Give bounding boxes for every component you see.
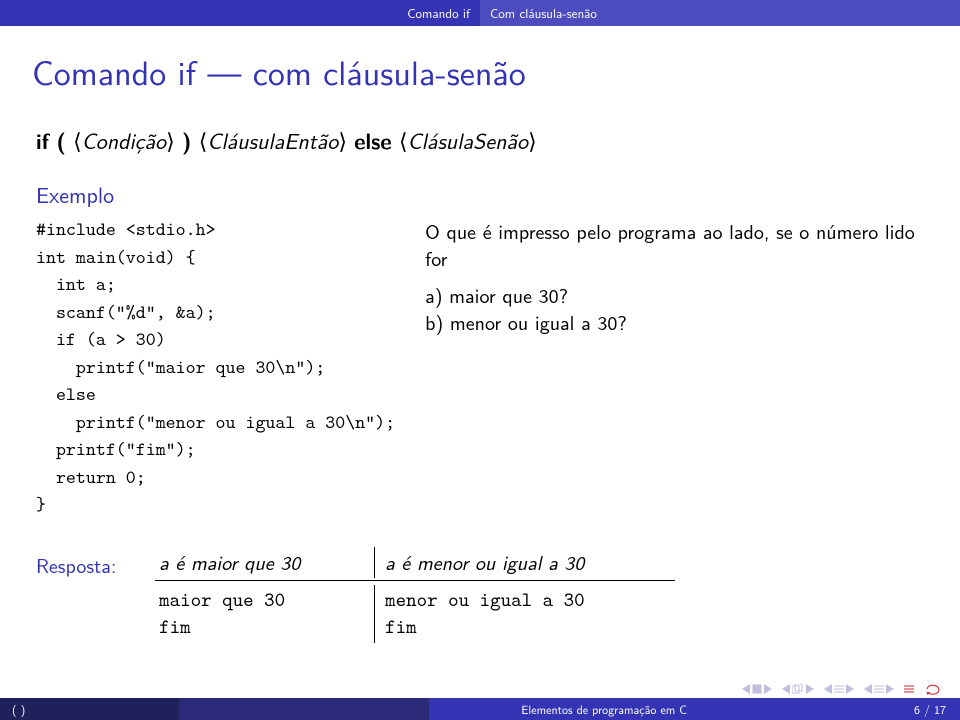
nav-first-icon[interactable] bbox=[742, 684, 750, 694]
headline-section: Comando if bbox=[0, 0, 480, 26]
example-row: #include <stdio.h> int main(void) { int … bbox=[36, 216, 924, 519]
nav-lines3-icon[interactable] bbox=[904, 684, 914, 694]
example-heading: Exemplo bbox=[36, 178, 924, 210]
angle-close: ⟩ bbox=[528, 124, 537, 156]
nav-icons bbox=[742, 682, 942, 696]
question-option-b: b) menor ou igual a 30? bbox=[425, 309, 924, 336]
footer-title: Elementos de programação em C bbox=[429, 698, 779, 720]
question-intro: O que é impresso pelo programa ao lado, … bbox=[425, 218, 924, 272]
syntax-line: if ( ⟨Condição⟩ ) ⟨CláusulaEntão⟩ else ⟨… bbox=[36, 124, 924, 156]
angle-open: ⟨ bbox=[73, 124, 82, 156]
paren-close: ) bbox=[182, 124, 191, 156]
headline-subsection: Com cláusula-senão bbox=[480, 0, 960, 26]
nav-prev-sub-icon[interactable] bbox=[824, 684, 832, 694]
nav-prev-frame-icon[interactable] bbox=[782, 684, 790, 694]
footer-spacer bbox=[179, 698, 429, 720]
nav-loop-icon[interactable] bbox=[924, 682, 942, 696]
kw-if: if bbox=[36, 124, 49, 156]
kw-else: else bbox=[354, 124, 391, 156]
nav-frame-cluster bbox=[782, 684, 814, 694]
answer-header-1: a é maior que 30 bbox=[155, 547, 375, 578]
answer-cell-1: maior que 30 fim bbox=[155, 585, 375, 643]
nav-next-sect-icon[interactable] bbox=[886, 684, 894, 694]
footer-author: ( ) bbox=[0, 698, 179, 720]
nav-prev-sect-icon[interactable] bbox=[864, 684, 872, 694]
nav-lines2-icon bbox=[874, 684, 884, 694]
angle-close: ⟩ bbox=[338, 124, 347, 156]
nav-slide-icon bbox=[752, 684, 762, 694]
nav-sect-cluster bbox=[864, 684, 894, 694]
nav-frames-icon bbox=[792, 684, 804, 694]
question-option-a: a) maior que 30? bbox=[425, 282, 924, 309]
section-headline: Comando if Com cláusula-senão bbox=[0, 0, 960, 26]
footer-page: 6 / 17 bbox=[779, 698, 960, 720]
nav-next-slide-icon[interactable] bbox=[764, 684, 772, 694]
answer-body-row: maior que 30 fim menor ou igual a 30 fim bbox=[155, 580, 675, 643]
nav-subsect-cluster bbox=[824, 684, 854, 694]
angle-close: ⟩ bbox=[166, 124, 175, 156]
slide-content: if ( ⟨Condição⟩ ) ⟨CláusulaEntão⟩ else ⟨… bbox=[0, 124, 960, 643]
question-block: O que é impresso pelo programa ao lado, … bbox=[425, 216, 924, 336]
slide-title: Comando if — com cláusula-senão bbox=[0, 26, 960, 124]
nav-next-sub-icon[interactable] bbox=[846, 684, 854, 694]
syntax-else-clause: ClásulaSenão bbox=[408, 124, 529, 156]
syntax-then: CláusulaEntão bbox=[207, 124, 338, 156]
code-block: #include <stdio.h> int main(void) { int … bbox=[36, 216, 395, 519]
answer-label: Resposta: bbox=[36, 547, 116, 580]
answer-cell-2: menor ou igual a 30 fim bbox=[375, 585, 675, 643]
nav-lines-icon bbox=[834, 684, 844, 694]
nav-next-frame-icon[interactable] bbox=[806, 684, 814, 694]
answer-header-row: a é maior que 30 a é menor ou igual a 30 bbox=[155, 547, 675, 578]
answer-header-2: a é menor ou igual a 30 bbox=[375, 547, 675, 578]
answer-block: Resposta: a é maior que 30 a é menor ou … bbox=[36, 547, 924, 643]
answer-table: a é maior que 30 a é menor ou igual a 30… bbox=[155, 547, 675, 643]
footer-bar: ( ) Elementos de programação em C 6 / 17 bbox=[0, 698, 960, 720]
syntax-condition: Condição bbox=[82, 124, 166, 156]
nav-slide-cluster bbox=[742, 684, 772, 694]
angle-open: ⟨ bbox=[399, 124, 408, 156]
paren-open: ( bbox=[56, 124, 65, 156]
